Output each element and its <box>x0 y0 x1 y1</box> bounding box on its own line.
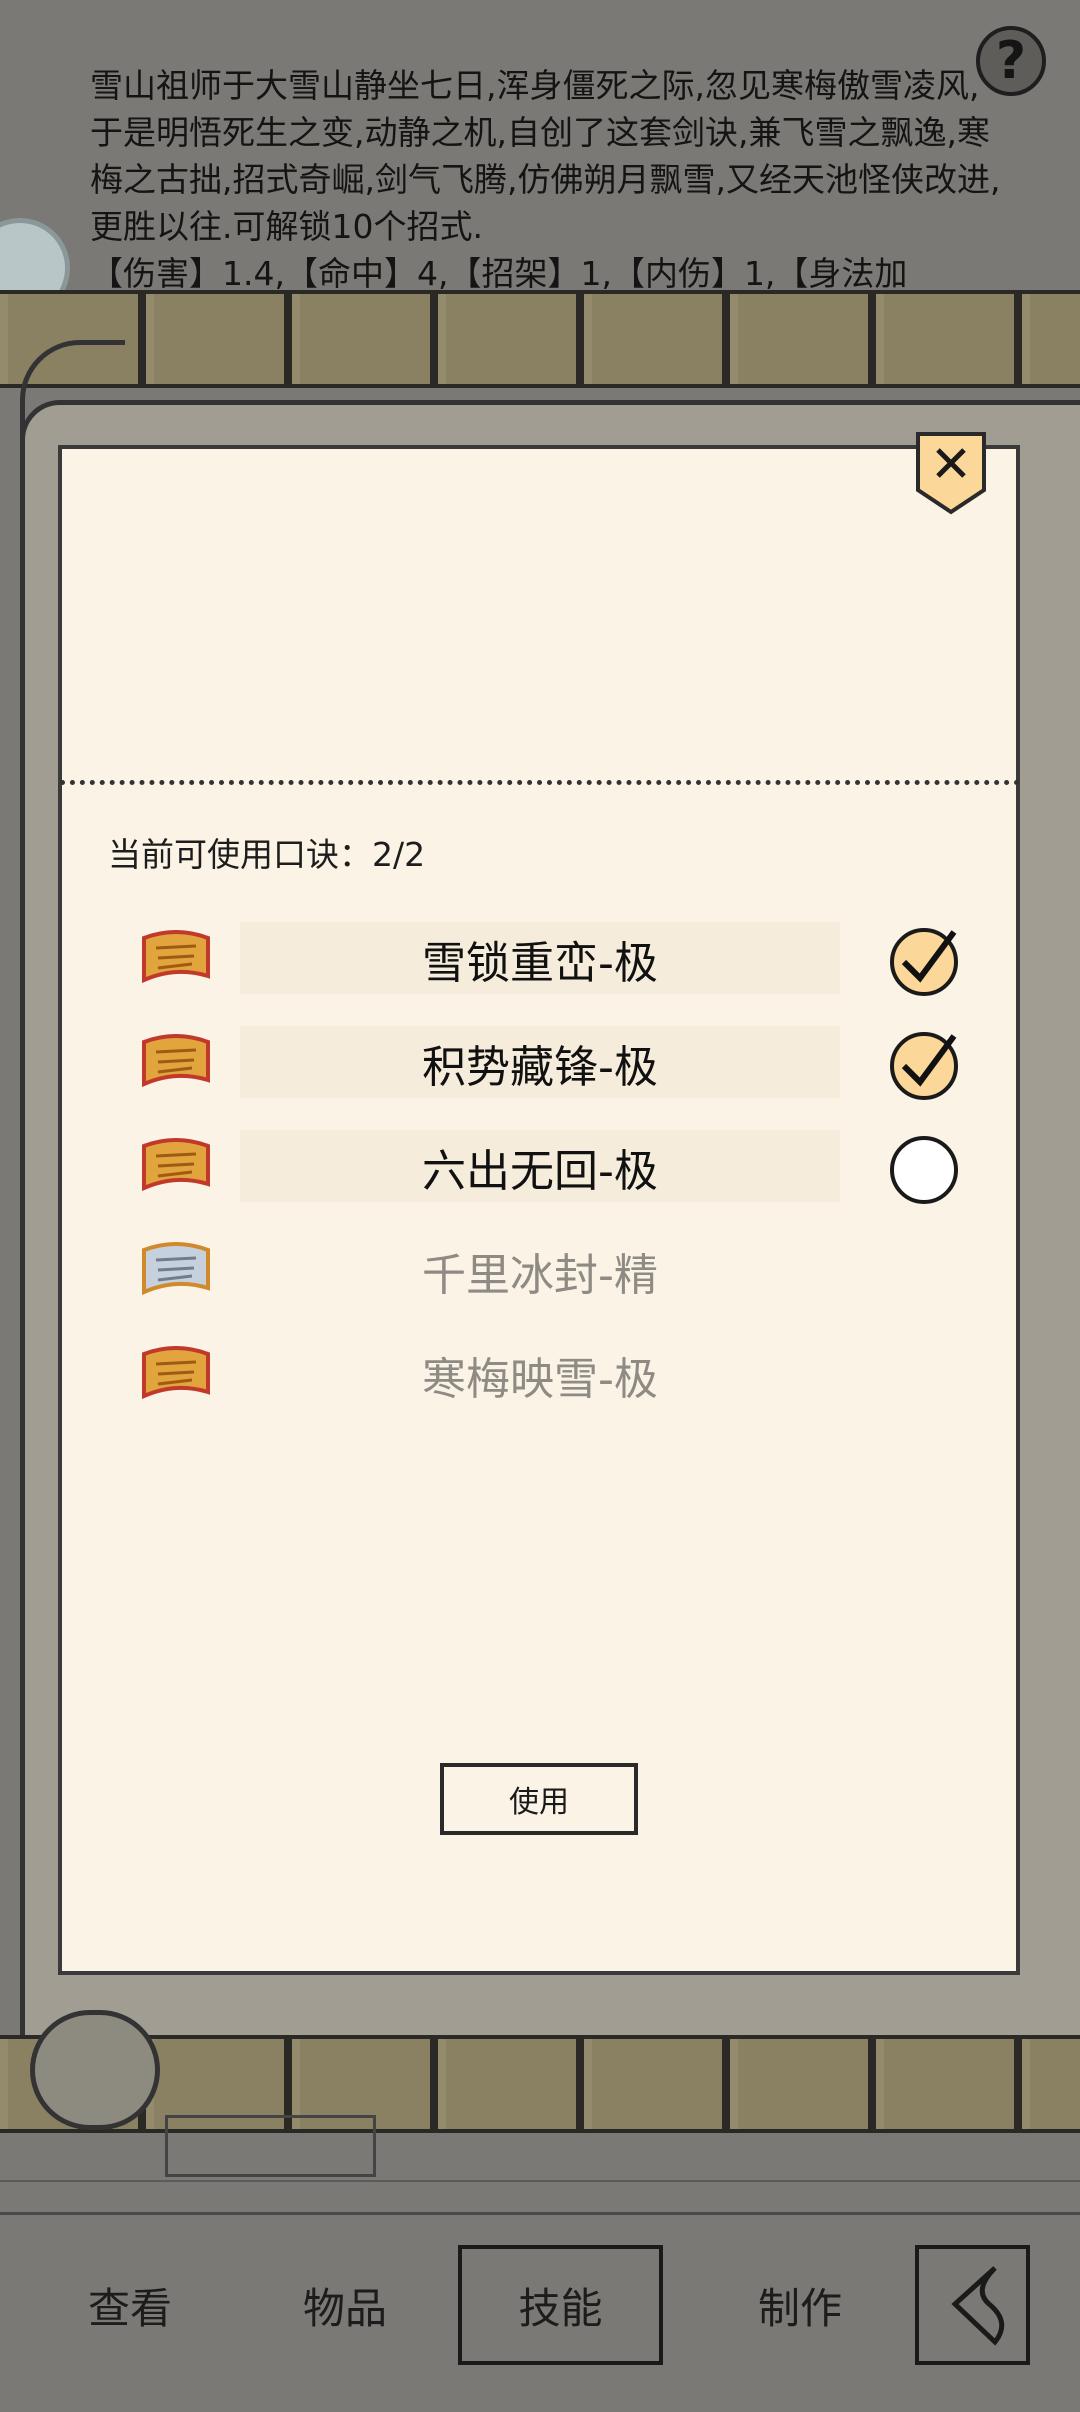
skill-name: 寒梅映雪-极 <box>422 1354 658 1405</box>
help-button[interactable]: ? <box>976 26 1046 96</box>
skill-row: 寒梅映雪-极 <box>128 1330 978 1420</box>
red-scroll-icon <box>142 1034 210 1088</box>
skill-row[interactable]: 六出无回-极 <box>128 1122 978 1212</box>
checkbox-checked[interactable] <box>888 922 964 998</box>
formula-quota: 当前可使用口诀：2/2 <box>108 835 426 874</box>
tab-items[interactable]: 物品 <box>245 2245 445 2365</box>
book-shelf-top <box>0 290 1080 388</box>
blue-scroll-icon <box>142 1242 210 1296</box>
close-button[interactable] <box>914 428 988 518</box>
tab-craft[interactable]: 制作 <box>700 2245 900 2365</box>
tab-skills[interactable]: 技能 <box>458 2245 663 2365</box>
tab-view[interactable]: 查看 <box>30 2245 230 2365</box>
divider <box>60 780 1020 785</box>
book-shelf-bottom <box>0 2035 1080 2133</box>
checkbox-unchecked[interactable] <box>888 1130 964 1206</box>
divider <box>0 2180 1080 2182</box>
skill-row: 千里冰封-精 <box>128 1226 978 1316</box>
skill-name: 积势藏锋-极 <box>422 1042 658 1093</box>
red-scroll-icon <box>142 930 210 984</box>
background-button <box>165 2115 376 2177</box>
skill-name: 千里冰封-精 <box>422 1250 658 1301</box>
scroll-curl <box>30 2010 160 2130</box>
skill-row[interactable]: 雪锁重峦-极 <box>128 914 978 1004</box>
red-scroll-icon <box>142 1138 210 1192</box>
skill-row[interactable]: 积势藏锋-极 <box>128 1018 978 1108</box>
back-arrow-icon <box>950 2266 1004 2346</box>
divider <box>0 2212 1080 2215</box>
red-scroll-icon <box>142 1346 210 1400</box>
skill-name: 雪锁重峦-极 <box>422 938 658 989</box>
checkbox-checked[interactable] <box>888 1026 964 1102</box>
use-button[interactable]: 使用 <box>440 1763 638 1835</box>
skill-name: 六出无回-极 <box>422 1146 658 1197</box>
back-button[interactable] <box>915 2245 1030 2365</box>
